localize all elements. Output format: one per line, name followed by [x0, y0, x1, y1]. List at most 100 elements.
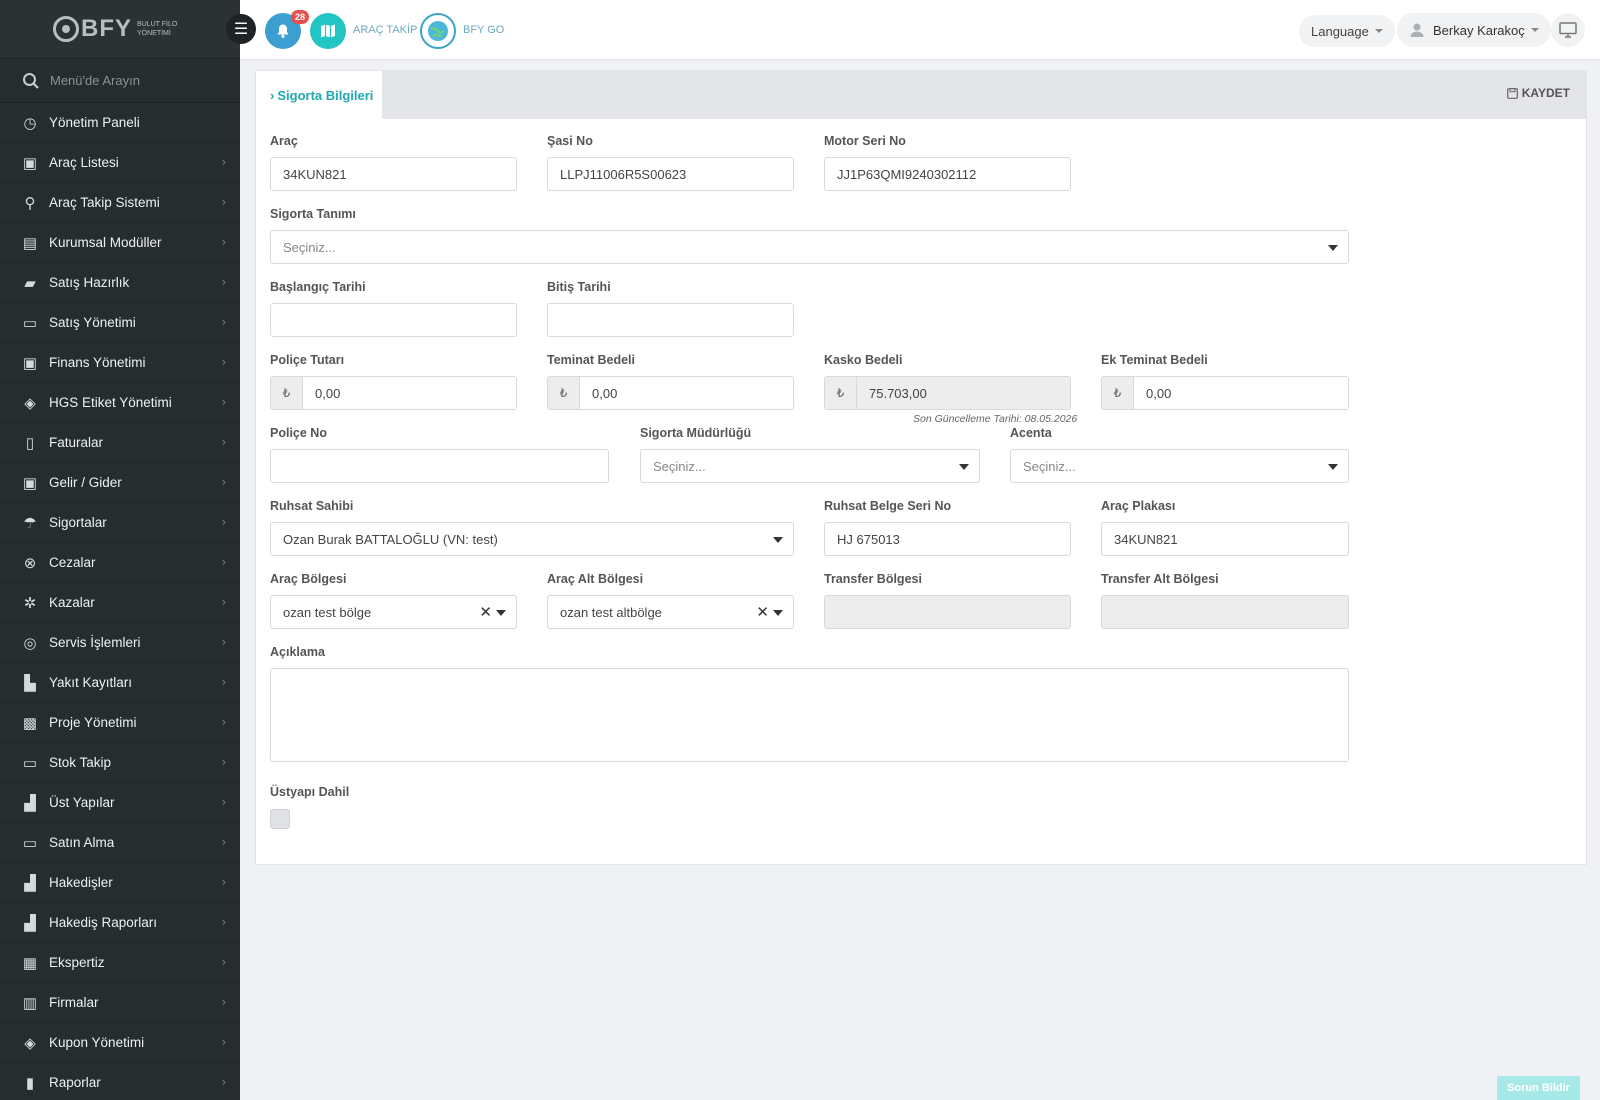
list-icon: ▦	[22, 954, 38, 972]
sidebar-item-proje-yönetimi[interactable]: ▩ Proje Yönetimi ›	[0, 703, 240, 743]
sigorta-tanimi-select[interactable]: Seçiniz...	[270, 230, 1349, 264]
chevron-right-icon: ›	[221, 594, 226, 609]
chevron-right-icon: ›	[221, 194, 226, 209]
caret-down-icon	[1328, 245, 1338, 251]
tab-sigorta-bilgileri[interactable]: › Sigorta Bilgileri	[256, 71, 382, 119]
truck-icon: ▟	[24, 794, 36, 812]
brand-name: BFY	[81, 15, 132, 42]
sidebar-item-hakedişler[interactable]: ▟ Hakedişler ›	[0, 863, 240, 903]
arac-takip-button[interactable]	[310, 13, 346, 49]
insurance-form-panel: › Sigorta Bilgileri KAYDET Araç 34KUN821…	[255, 70, 1587, 865]
arac-plakasi-input[interactable]: 34KUN821	[1101, 522, 1349, 556]
sidebar-item-satın-alma[interactable]: ▭ Satın Alma ›	[0, 823, 240, 863]
sidebar-item-gelir-gider[interactable]: ▣ Gelir / Gider ›	[0, 463, 240, 503]
ruhsat-sahibi-label: Ruhsat Sahibi	[270, 499, 354, 513]
report-issue-button[interactable]: Sorun Bildir	[1497, 1076, 1580, 1100]
notifications-button[interactable]: 28	[265, 10, 309, 49]
chevron-right-icon: ›	[221, 874, 226, 889]
bfy-logo-icon	[53, 16, 79, 42]
sidebar-item-stok-takip[interactable]: ▭ Stok Takip ›	[0, 743, 240, 783]
map-pin-icon: ⚲	[24, 194, 36, 212]
sidebar-item-label: Servis İşlemleri	[49, 635, 141, 650]
sidebar-search[interactable]: Menü'de Arayın	[0, 59, 240, 103]
user-menu-dropdown[interactable]: Berkay Karakoç	[1397, 13, 1551, 47]
sasi-no-input[interactable]: LLPJ11006R5S00623	[547, 157, 794, 191]
transfer-alt-bolgesi-label: Transfer Alt Bölgesi	[1101, 572, 1219, 586]
sidebar-item-firmalar[interactable]: ▥ Firmalar ›	[0, 983, 240, 1023]
sidebar-search-input[interactable]: Menü'de Arayın	[50, 73, 140, 88]
sidebar-item-hakediş-raporları[interactable]: ▟ Hakediş Raporları ›	[0, 903, 240, 943]
map-icon	[321, 24, 335, 38]
chevron-right-icon: ›	[221, 154, 226, 169]
bell-icon	[277, 24, 289, 38]
aciklama-label: Açıklama	[270, 645, 325, 659]
clear-icon[interactable]: ✕	[479, 603, 492, 621]
menu-toggle-button[interactable]: ☰	[226, 14, 256, 44]
ruhsat-sahibi-select[interactable]: Ozan Burak BATTALOĞLU (VN: test)	[270, 522, 794, 556]
chevron-right-icon: ›	[221, 514, 226, 529]
bfy-go-button[interactable]	[420, 13, 456, 49]
ustyapi-dahil-checkbox[interactable]	[270, 809, 290, 829]
chevron-right-icon: ›	[221, 474, 226, 489]
sidebar-item-cezalar[interactable]: ⊗ Cezalar ›	[0, 543, 240, 583]
sidebar-item-kupon-yönetimi[interactable]: ◈ Kupon Yönetimi ›	[0, 1023, 240, 1063]
motor-seri-no-input[interactable]: JJ1P63QMI9240302112	[824, 157, 1071, 191]
server-icon: ▤	[22, 234, 38, 252]
sidebar-item-araç-listesi[interactable]: ▣ Araç Listesi ›	[0, 143, 240, 183]
sidebar-item-finans-yönetimi[interactable]: ▣ Finans Yönetimi ›	[0, 343, 240, 383]
arac-alt-bolgesi-select[interactable]: ozan test altbölge ✕	[547, 595, 794, 629]
sidebar-item-label: HGS Etiket Yönetimi	[49, 395, 172, 410]
globe-icon	[428, 21, 448, 41]
aciklama-textarea[interactable]	[270, 668, 1349, 762]
bitis-tarihi-input[interactable]	[547, 303, 794, 337]
sasi-no-label: Şasi No	[547, 134, 593, 148]
sidebar-item-label: Proje Yönetimi	[49, 715, 137, 730]
bus-icon: ▣	[22, 154, 38, 172]
sidebar-item-satış-hazırlık[interactable]: ▰ Satış Hazırlık ›	[0, 263, 240, 303]
money-icon: ▣	[22, 354, 38, 372]
baslangic-tarihi-label: Başlangıç Tarihi	[270, 280, 366, 294]
sidebar-item-servis-i-şlemleri[interactable]: ◎ Servis İşlemleri ›	[0, 623, 240, 663]
sidebar-item-kurumsal-modüller[interactable]: ▤ Kurumsal Modüller ›	[0, 223, 240, 263]
save-button[interactable]: KAYDET	[1506, 86, 1570, 100]
bfy-go-link[interactable]: BFY GO	[463, 24, 504, 36]
police-no-input[interactable]	[270, 449, 609, 483]
sidebar-item-kazalar[interactable]: ✲ Kazalar ›	[0, 583, 240, 623]
sidebar-item-yakıt-kayıtları[interactable]: ▙ Yakıt Kayıtları ›	[0, 663, 240, 703]
sidebar-item-üst-yapılar[interactable]: ▟ Üst Yapılar ›	[0, 783, 240, 823]
sidebar-item-ekspertiz[interactable]: ▦ Ekspertiz ›	[0, 943, 240, 983]
sigorta-mudurlugu-select[interactable]: Seçiniz...	[640, 449, 980, 483]
arac-input[interactable]: 34KUN821	[270, 157, 517, 191]
brand-logo[interactable]: BFY BULUT FİLO YÖNETİMİ	[0, 0, 240, 59]
ruhsat-belge-seri-no-label: Ruhsat Belge Seri No	[824, 499, 952, 513]
language-dropdown[interactable]: Language	[1299, 15, 1395, 47]
police-no-label: Poliçe No	[270, 426, 327, 440]
ruhsat-belge-seri-no-input[interactable]: HJ 675013	[824, 522, 1071, 556]
sidebar-item-raporlar[interactable]: ▮ Raporlar ›	[0, 1063, 240, 1100]
sidebar-item-hgs-etiket-yönetimi[interactable]: ◈ HGS Etiket Yönetimi ›	[0, 383, 240, 423]
sidebar-item-araç-takip-sistemi[interactable]: ⚲ Araç Takip Sistemi ›	[0, 183, 240, 223]
ruhsat-sahibi-value: Ozan Burak BATTALOĞLU (VN: test)	[283, 531, 498, 547]
book-icon: ▰	[24, 274, 36, 292]
sidebar-item-sigortalar[interactable]: ☂ Sigortalar ›	[0, 503, 240, 543]
police-tutari-input[interactable]: 0,00	[302, 376, 517, 410]
ek-teminat-bedeli-input[interactable]: 0,00	[1133, 376, 1349, 410]
acenta-value: Seçiniz...	[1023, 458, 1076, 474]
screen-toggle-button[interactable]	[1551, 13, 1585, 47]
arac-bolgesi-select[interactable]: ozan test bölge ✕	[270, 595, 517, 629]
sidebar-item-faturalar[interactable]: ▯ Faturalar ›	[0, 423, 240, 463]
sidebar-item-satış-yönetimi[interactable]: ▭ Satış Yönetimi ›	[0, 303, 240, 343]
chevron-right-icon: ›	[221, 554, 226, 569]
clear-icon[interactable]: ✕	[756, 603, 769, 621]
ticket-icon: ◈	[24, 1034, 36, 1052]
motor-seri-no-label: Motor Seri No	[824, 134, 906, 148]
teminat-bedeli-input[interactable]: 0,00	[579, 376, 794, 410]
acenta-select[interactable]: Seçiniz...	[1010, 449, 1349, 483]
baslangic-tarihi-input[interactable]	[270, 303, 517, 337]
sidebar-item-label: Satın Alma	[49, 835, 115, 850]
arac-takip-link[interactable]: ARAÇ TAKİP	[353, 24, 417, 36]
currency-addon: ₺	[270, 376, 302, 410]
chevron-right-icon: ›	[221, 1074, 226, 1089]
sidebar-item-yönetim-paneli[interactable]: ◷ Yönetim Paneli	[0, 103, 240, 143]
inbox-icon: ▭	[22, 754, 38, 772]
